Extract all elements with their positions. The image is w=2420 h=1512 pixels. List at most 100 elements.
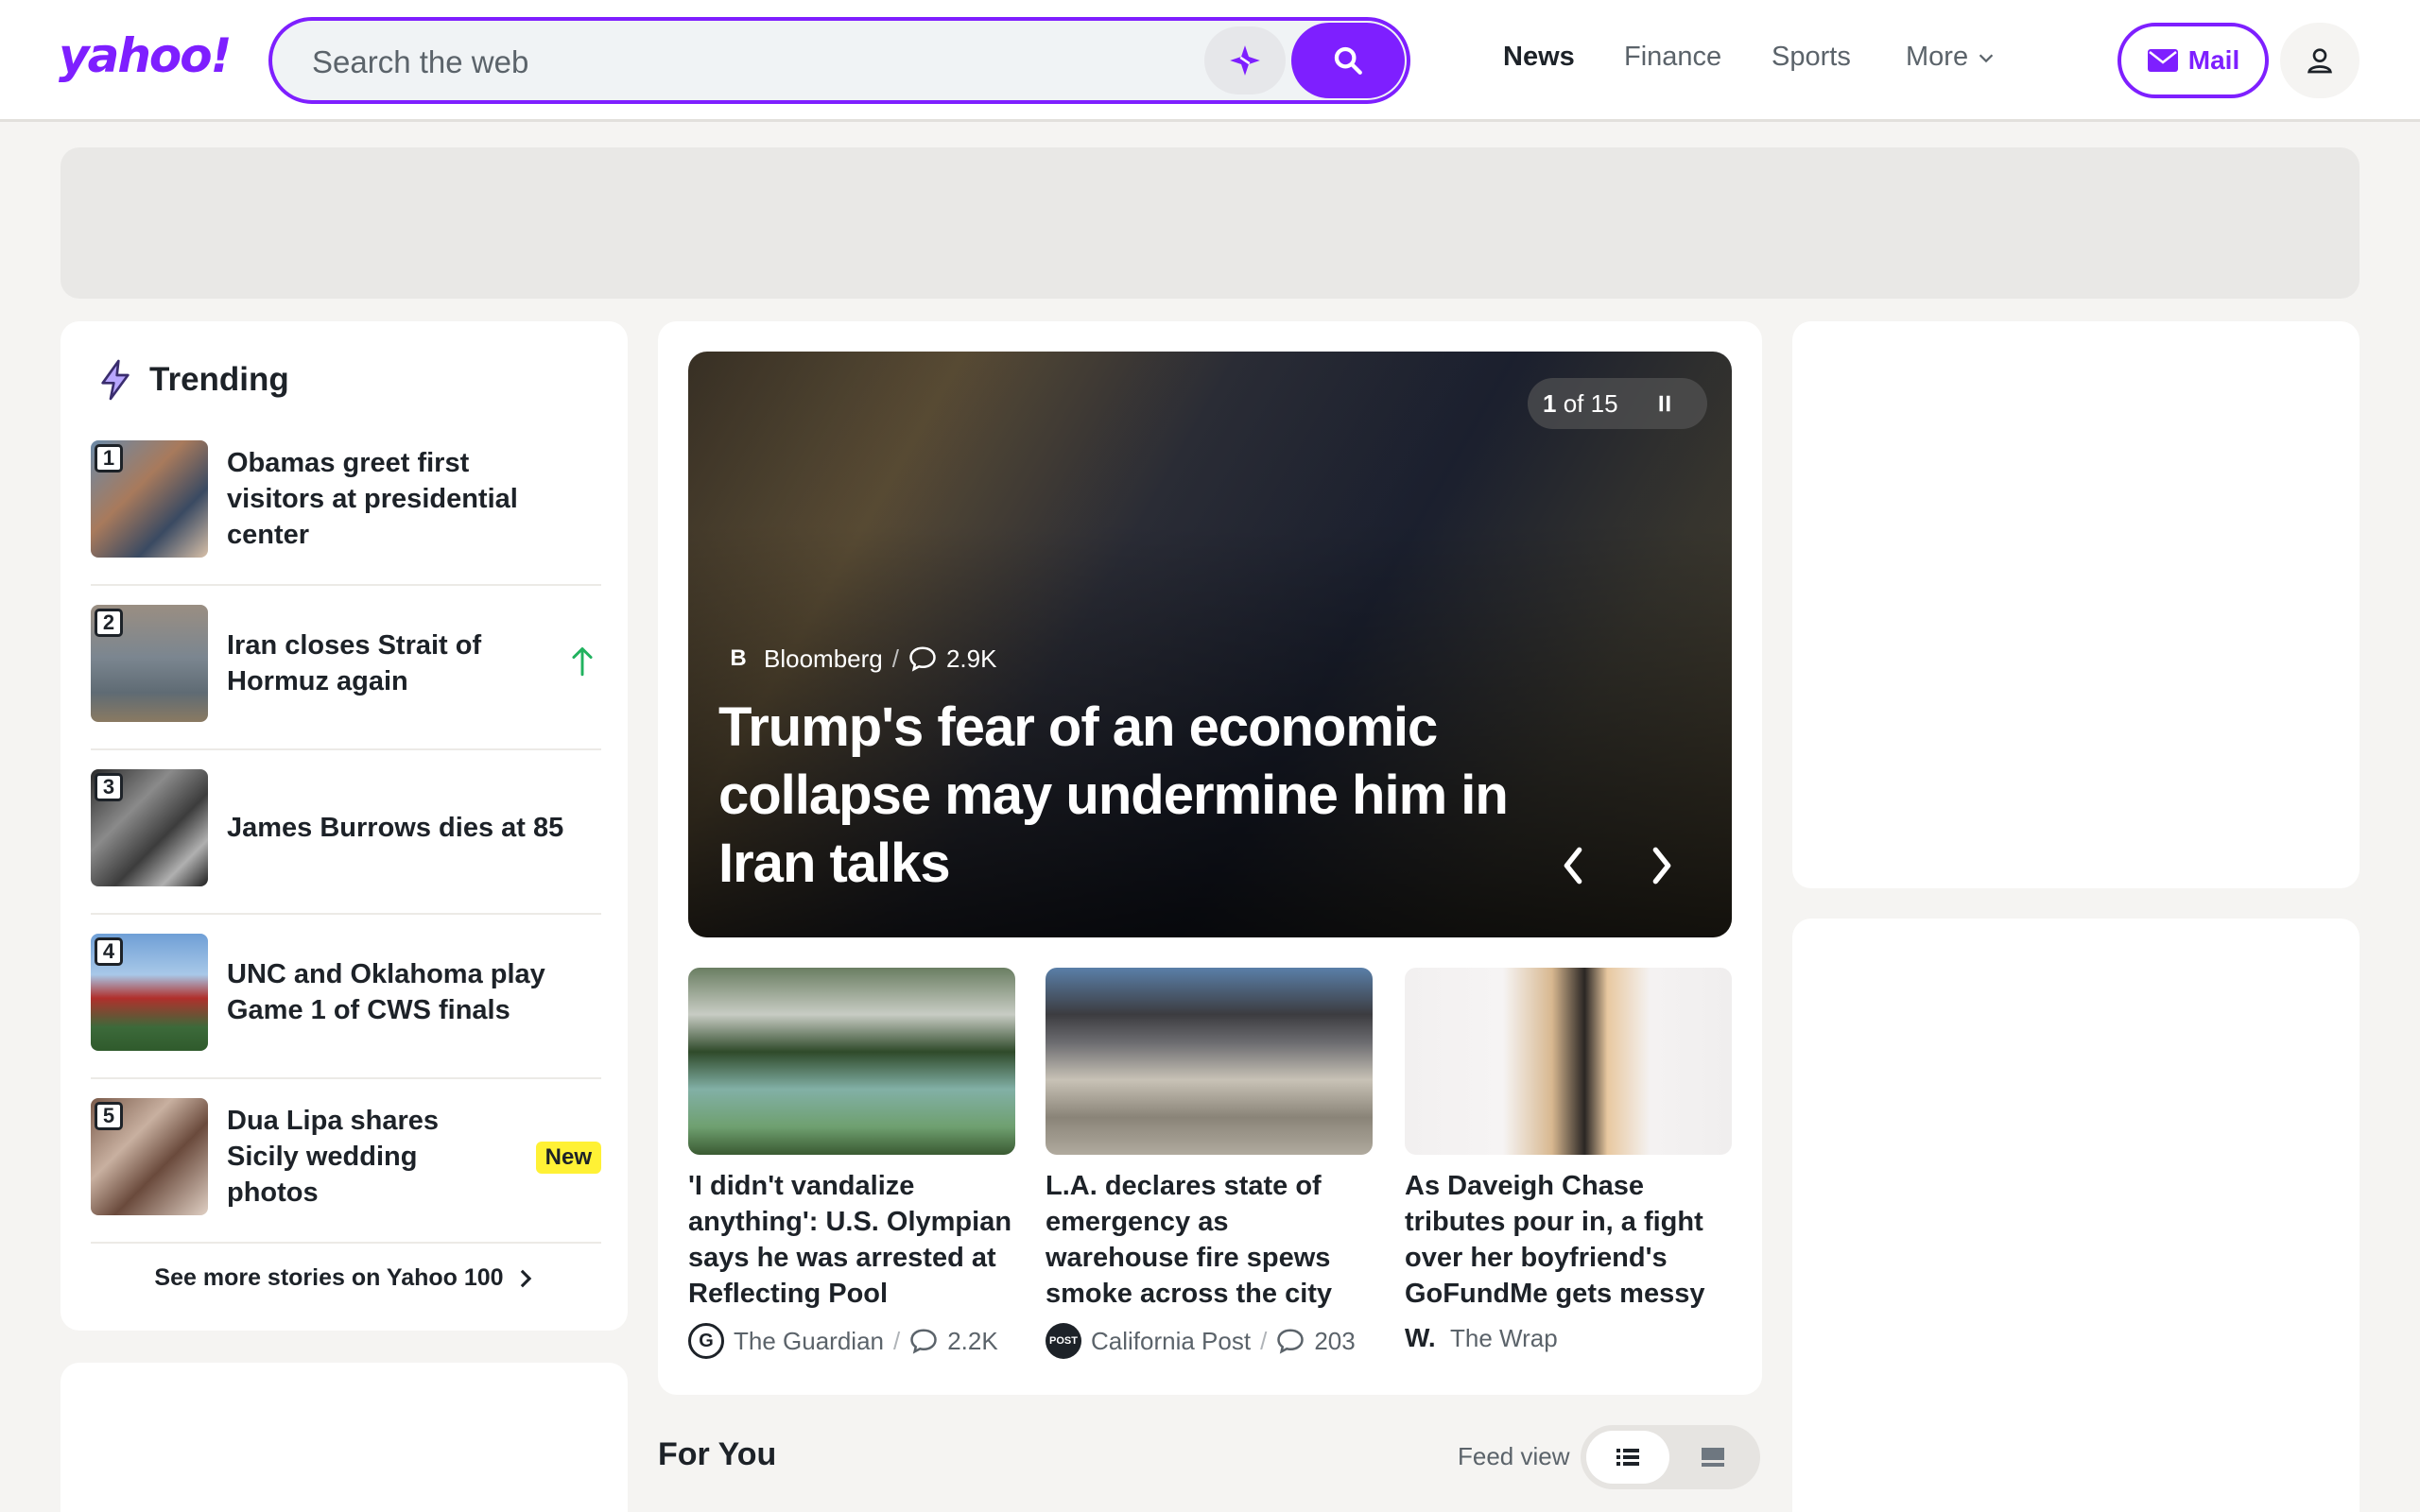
story-image-3 — [1405, 968, 1732, 1155]
left-card-placeholder — [60, 1363, 628, 1512]
story-headline: L.A. declares state of emergency as ware… — [1046, 1171, 1333, 1309]
story-headline: As Daveigh Chase tributes pour in, a fig… — [1405, 1171, 1705, 1309]
feed-view-toggle — [1581, 1425, 1760, 1489]
story-meta: G The Guardian / 2.2K — [688, 1323, 1015, 1359]
trending-item-2[interactable]: 2 Iran closes Strait of Hormuz again — [91, 586, 601, 750]
chevron-left-icon — [1564, 847, 1582, 885]
search-bar — [268, 17, 1410, 104]
trending-thumbnail-5: 5 — [91, 1098, 208, 1215]
new-badge: New — [535, 1142, 601, 1174]
sparkle-icon — [1230, 45, 1260, 76]
chevron-down-icon — [1979, 53, 1994, 62]
story-tile-1[interactable]: 'I didn't vandalize anything': U.S. Olym… — [688, 968, 1015, 1359]
trending-title: Trending — [149, 361, 289, 398]
mail-button[interactable]: Mail — [2118, 23, 2269, 98]
meta-divider: / — [1260, 1326, 1268, 1355]
comment-icon — [909, 646, 936, 672]
hero-headline[interactable]: Trump's fear of an economic collapse may… — [718, 694, 1531, 898]
slide-total: of 15 — [1563, 388, 1618, 418]
lightning-icon — [101, 359, 130, 401]
feed-view-label: Feed view — [1458, 1442, 1570, 1470]
search-input[interactable] — [312, 42, 1163, 83]
list-view-button[interactable] — [1586, 1431, 1669, 1484]
trending-item-1[interactable]: 1 Obamas greet first visitors at preside… — [91, 421, 601, 586]
ai-search-button[interactable] — [1204, 26, 1286, 94]
story-meta: W. The Wrap — [1405, 1323, 1732, 1353]
trending-headline: UNC and Oklahoma play Game 1 of CWS fina… — [227, 959, 545, 1025]
comment-icon — [910, 1329, 937, 1354]
hero-meta: B Bloomberg / 2.9K — [722, 643, 996, 675]
right-ad-placeholder-2 — [1792, 919, 2360, 1512]
rank-badge: 5 — [95, 1102, 123, 1130]
card-view-icon — [1702, 1448, 1724, 1467]
trending-item-5[interactable]: 5 Dua Lipa shares Sicily wedding photos … — [91, 1079, 601, 1244]
trending-thumbnail-3: 3 — [91, 769, 208, 886]
search-icon — [1334, 46, 1362, 75]
trending-item-3[interactable]: 3 James Burrows dies at 85 — [91, 750, 601, 915]
rank-badge: 1 — [95, 444, 123, 472]
story-image-1 — [688, 968, 1015, 1155]
chevron-right-icon — [520, 1269, 531, 1287]
list-icon — [1616, 1449, 1639, 1466]
comment-icon — [1277, 1329, 1305, 1354]
story-comment-count[interactable]: 203 — [1314, 1327, 1355, 1356]
story-source[interactable]: The Wrap — [1450, 1324, 1558, 1353]
rank-badge: 4 — [95, 937, 123, 966]
story-image-2 — [1046, 968, 1373, 1155]
user-icon — [2308, 48, 2332, 74]
trending-up-arrow-icon — [572, 647, 593, 677]
right-ad-placeholder-1 — [1792, 321, 2360, 888]
slide-counter: 1 of 15 — [1543, 389, 1618, 419]
story-comment-count[interactable]: 2.2K — [947, 1327, 998, 1356]
mail-icon — [2147, 49, 2178, 72]
chevron-right-icon — [1652, 847, 1671, 885]
pause-icon[interactable] — [1656, 393, 1673, 414]
ad-banner-placeholder — [60, 147, 2360, 299]
the-wrap-logo-icon: W. — [1405, 1323, 1436, 1352]
hero-source[interactable]: Bloomberg — [764, 644, 883, 674]
story-tile-2[interactable]: L.A. declares state of emergency as ware… — [1046, 968, 1373, 1359]
hero-story[interactable]: 1 of 15 B Bloomberg / 2.9K Trump's fear … — [688, 352, 1732, 937]
guardian-logo-icon: G — [688, 1323, 724, 1359]
trending-thumbnail-1: 1 — [91, 440, 208, 558]
bloomberg-logo-icon: B — [730, 645, 747, 671]
nav-more[interactable]: More — [1906, 42, 1996, 73]
trending-thumbnail-4: 4 — [91, 934, 208, 1051]
hero-comment-count[interactable]: 2.9K — [946, 644, 997, 674]
see-more-label: See more stories on Yahoo 100 — [154, 1264, 504, 1291]
yahoo-logo[interactable]: yahoo! — [59, 28, 232, 83]
nav-more-label: More — [1906, 42, 1969, 72]
trending-thumbnail-2: 2 — [91, 605, 208, 722]
for-you-heading: For You — [658, 1436, 777, 1472]
meta-divider: / — [891, 644, 899, 673]
card-view-button[interactable] — [1671, 1431, 1754, 1484]
next-slide-button[interactable] — [1643, 839, 1681, 892]
profile-button[interactable] — [2280, 23, 2360, 98]
trending-headline: Dua Lipa shares Sicily wedding photos — [227, 1106, 440, 1208]
story-meta: POST California Post / 203 — [1046, 1323, 1373, 1359]
trending-item-4[interactable]: 4 UNC and Oklahoma play Game 1 of CWS fi… — [91, 915, 601, 1079]
top-header: yahoo! News Finance Sports More Mail — [0, 0, 2420, 122]
trending-card: Trending 1 Obamas greet first visitors a… — [60, 321, 628, 1331]
california-post-logo-icon: POST — [1046, 1323, 1081, 1359]
slide-current: 1 — [1543, 388, 1557, 418]
slide-pager: 1 of 15 — [1528, 378, 1707, 429]
nav-news[interactable]: News — [1503, 42, 1575, 73]
mail-label: Mail — [2187, 45, 2240, 75]
nav-finance[interactable]: Finance — [1624, 42, 1721, 73]
trending-headline: James Burrows dies at 85 — [227, 813, 564, 843]
story-headline: 'I didn't vandalize anything': U.S. Olym… — [688, 1171, 1012, 1309]
nav-sports[interactable]: Sports — [1772, 42, 1851, 73]
rank-badge: 2 — [95, 609, 123, 637]
rank-badge: 3 — [95, 773, 123, 801]
prev-slide-button[interactable] — [1554, 839, 1592, 892]
story-source[interactable]: California Post — [1091, 1327, 1251, 1356]
trending-headline: Iran closes Strait of Hormuz again — [227, 630, 482, 696]
see-more-link[interactable]: See more stories on Yahoo 100 — [60, 1264, 628, 1292]
meta-divider: / — [892, 1326, 901, 1355]
trending-header: Trending — [96, 359, 289, 401]
search-button[interactable] — [1291, 23, 1405, 98]
trending-headline: Obamas greet first visitors at president… — [227, 448, 518, 550]
story-source[interactable]: The Guardian — [734, 1327, 884, 1356]
story-tile-3[interactable]: As Daveigh Chase tributes pour in, a fig… — [1405, 968, 1732, 1353]
